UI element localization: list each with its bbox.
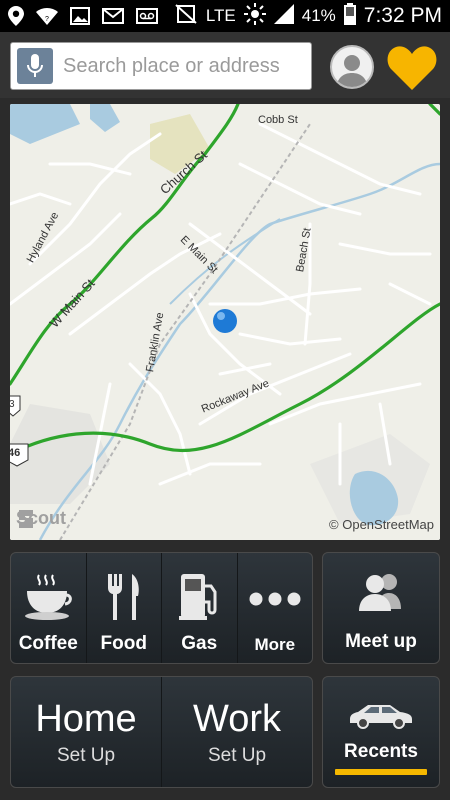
top-bar: Search place or address: [0, 32, 450, 98]
gas-label: Gas: [181, 633, 218, 654]
home-button[interactable]: Home Set Up: [11, 677, 162, 787]
home-setup-label: Set Up: [56, 744, 116, 766]
food-button[interactable]: Food: [87, 553, 162, 663]
profile-avatar[interactable]: [330, 45, 374, 89]
home-label: Home: [35, 697, 137, 740]
mute-icon: [174, 3, 198, 29]
coffee-button[interactable]: Coffee: [11, 553, 87, 663]
work-button[interactable]: Work Set Up: [162, 677, 312, 787]
more-label: More: [254, 635, 296, 654]
battery-icon: [343, 2, 356, 30]
search-box[interactable]: Search place or address: [10, 42, 312, 90]
work-setup-label: Set Up: [207, 744, 267, 766]
wifi-icon: ?: [36, 7, 58, 25]
meetup-label: Meet up: [345, 631, 417, 652]
heart-icon: [387, 46, 437, 90]
image-icon: [70, 7, 90, 25]
route-shield-46-label: 46: [10, 447, 21, 459]
meetup-button[interactable]: Meet up: [322, 552, 440, 664]
route-shield-3-label: 3: [10, 399, 15, 410]
map-view[interactable]: Cobb St Church St Hyland Ave W Main St E…: [10, 104, 440, 540]
search-input[interactable]: Search place or address: [63, 55, 280, 78]
quick-actions-panel: Coffee Food Gas More: [10, 552, 313, 664]
favorites-heart-button[interactable]: [386, 44, 438, 92]
status-bar: ? LTE 41% 7:32 PM: [0, 0, 450, 32]
gmail-icon: [102, 8, 124, 24]
work-label: Work: [193, 697, 281, 740]
person-icon: [336, 55, 368, 87]
map-attribution[interactable]: © OpenStreetMap: [329, 517, 434, 532]
people-icon: [355, 563, 407, 619]
gas-pump-icon: [177, 569, 221, 625]
more-button[interactable]: More: [238, 553, 313, 663]
map-canvas: [10, 104, 440, 540]
clock: 7:32 PM: [363, 4, 442, 27]
scout-logo: Scout: [16, 508, 66, 529]
recents-active-indicator: [335, 769, 427, 775]
street-label-cobb: Cobb St: [258, 114, 298, 126]
svg-text:?: ?: [45, 16, 49, 23]
coffee-label: Coffee: [18, 633, 78, 654]
fork-knife-icon: [104, 569, 144, 625]
gas-button[interactable]: Gas: [162, 553, 238, 663]
places-panel: Home Set Up Work Set Up: [10, 676, 313, 788]
network-type: LTE: [205, 6, 236, 25]
car-icon: [346, 695, 416, 735]
recents-button[interactable]: Recents: [322, 676, 440, 788]
food-label: Food: [100, 633, 147, 654]
battery-percent: 41%: [301, 6, 336, 25]
brightness-icon: [243, 2, 266, 30]
more-dots-icon: [249, 571, 301, 627]
voicemail-icon: [136, 8, 158, 24]
coffee-cup-icon: [23, 569, 73, 625]
location-icon: [8, 6, 24, 26]
scout-logo-icon: [19, 510, 33, 528]
signal-icon: [273, 3, 294, 29]
current-location-dot: [213, 309, 237, 333]
recents-label: Recents: [344, 741, 418, 762]
microphone-icon[interactable]: [17, 48, 53, 84]
